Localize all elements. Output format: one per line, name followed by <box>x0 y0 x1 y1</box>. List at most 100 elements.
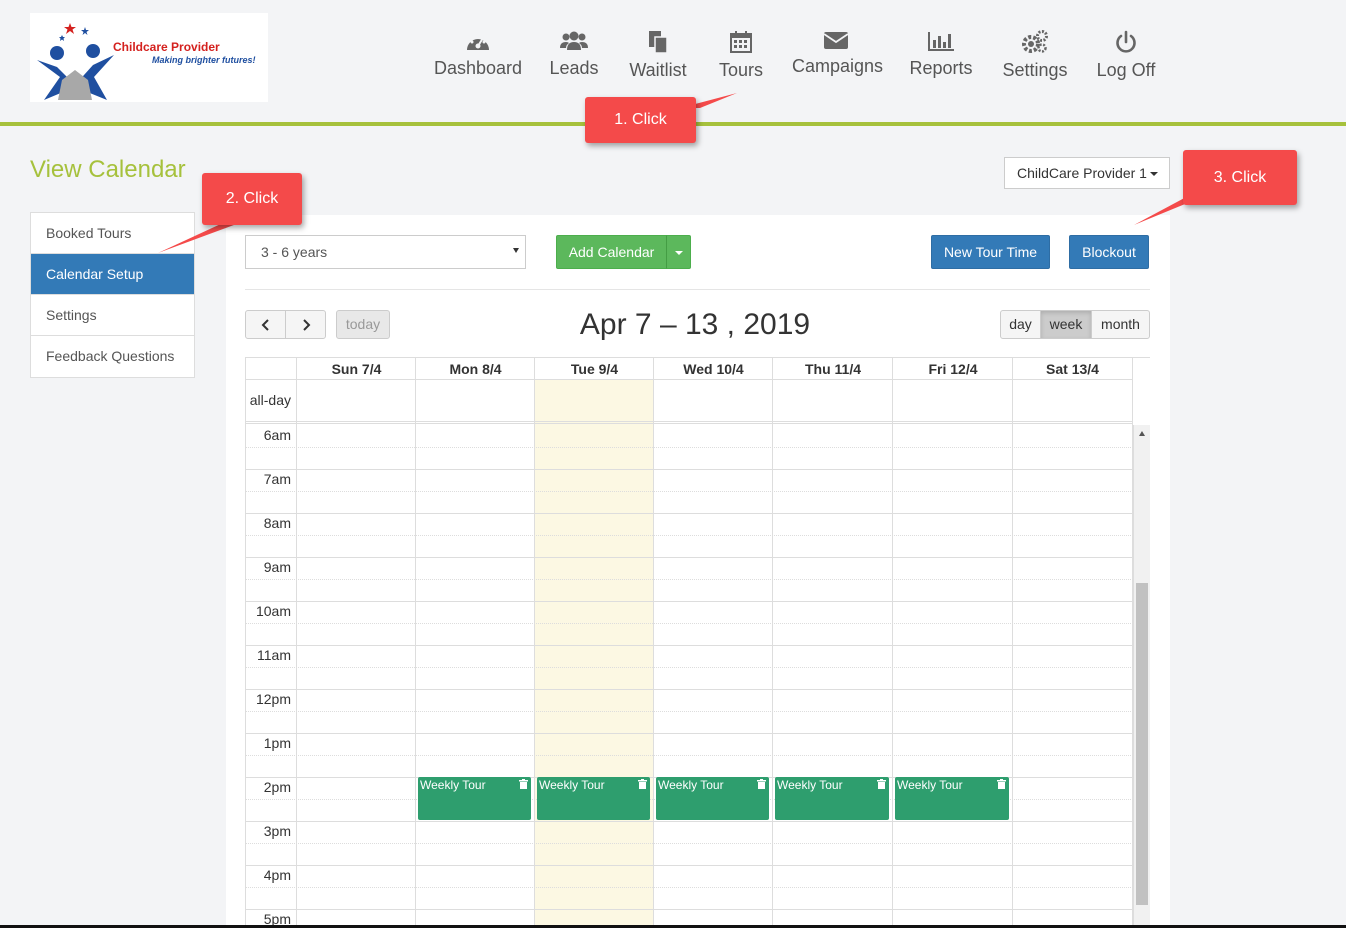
time-label: 8am <box>263 515 291 531</box>
time-label: 2pm <box>263 779 291 795</box>
trash-icon[interactable] <box>638 779 647 789</box>
day-header: Sat 13/4 <box>1046 361 1099 377</box>
event-title: Weekly Tour <box>658 778 724 792</box>
company-logo[interactable]: Childcare Provider Making brighter futur… <box>30 13 268 102</box>
time-label: 7am <box>263 471 291 487</box>
calendar-icon <box>730 31 752 53</box>
add-calendar-dropdown-toggle[interactable] <box>666 235 691 269</box>
event-weekly-tour[interactable]: Weekly Tour <box>895 777 1009 820</box>
bar-chart-icon <box>928 32 954 51</box>
users-icon <box>560 31 588 50</box>
nav-settings[interactable]: Settings <box>1001 30 1069 81</box>
nav-reports[interactable]: Reports <box>908 30 974 79</box>
nav-leads[interactable]: Leads <box>549 30 599 79</box>
scrollbar-thumb[interactable] <box>1136 583 1148 905</box>
event-weekly-tour[interactable]: Weekly Tour <box>775 777 889 820</box>
grid-line <box>1012 358 1013 928</box>
new-tour-time-button[interactable]: New Tour Time <box>931 235 1050 269</box>
view-day-button[interactable]: day <box>1000 310 1041 339</box>
event-weekly-tour[interactable]: Weekly Tour <box>418 777 531 820</box>
time-label: 4pm <box>263 867 291 883</box>
sidebar-item-booked-tours[interactable]: Booked Tours <box>31 213 194 254</box>
grid-line <box>246 447 1133 448</box>
event-weekly-tour[interactable]: Weekly Tour <box>656 777 769 820</box>
add-calendar-button[interactable]: Add Calendar <box>556 235 667 269</box>
logo-name: Childcare Provider <box>113 40 220 54</box>
grid-line <box>246 535 1133 536</box>
grid-line <box>892 358 893 928</box>
grid-line <box>246 887 1133 888</box>
caret-down-icon <box>674 251 683 256</box>
time-label: 12pm <box>255 691 291 707</box>
grid-line <box>246 579 1133 580</box>
day-header: Wed 10/4 <box>683 361 744 377</box>
sidebar-item-settings[interactable]: Settings <box>31 295 194 336</box>
calendar-scrollbar[interactable] <box>1133 425 1150 928</box>
copy-icon <box>649 31 668 54</box>
trash-icon[interactable] <box>757 779 766 789</box>
calendar-select-value: 3 - 6 years <box>261 244 328 260</box>
calendar-select[interactable]: 3 - 6 years <box>245 235 526 269</box>
grid-line <box>246 469 1133 470</box>
blockout-button[interactable]: Blockout <box>1069 235 1149 269</box>
week-calendar-grid: Sun 7/4 Mon 8/4 Tue 9/4 Wed 10/4 Thu 11/… <box>245 357 1150 928</box>
event-title: Weekly Tour <box>777 778 843 792</box>
trash-icon[interactable] <box>519 779 528 789</box>
grid-line <box>246 421 1133 422</box>
prev-week-button[interactable] <box>245 310 286 339</box>
nav-waitlist[interactable]: Waitlist <box>626 30 690 81</box>
nav-dashboard[interactable]: Dashboard <box>434 30 522 79</box>
sidebar-item-calendar-setup[interactable]: Calendar Setup <box>31 254 194 295</box>
grid-line <box>415 358 416 928</box>
event-title: Weekly Tour <box>897 778 963 792</box>
time-label: 1pm <box>263 735 291 751</box>
scroll-up-arrow-icon[interactable] <box>1139 431 1145 436</box>
event-title: Weekly Tour <box>539 778 605 792</box>
trash-icon[interactable] <box>997 779 1006 789</box>
nav-label: Dashboard <box>434 58 523 78</box>
day-header: Mon 8/4 <box>449 361 502 377</box>
time-label: 9am <box>263 559 291 575</box>
gears-icon <box>1022 30 1048 53</box>
day-header: Thu 11/4 <box>804 361 862 377</box>
nav-label: Settings <box>1002 60 1068 80</box>
today-button[interactable]: today <box>336 310 390 339</box>
time-label: 10am <box>255 603 291 619</box>
nav-label: Reports <box>909 58 973 78</box>
event-weekly-tour[interactable]: Weekly Tour <box>537 777 650 820</box>
provider-dropdown[interactable]: ChildCare Provider 1 <box>1004 157 1170 189</box>
chevron-right-icon <box>302 319 310 331</box>
today-column-highlight <box>535 380 654 928</box>
day-header: Fri 12/4 <box>928 361 978 377</box>
grid-line <box>246 733 1133 734</box>
nav-label: Waitlist <box>629 60 687 80</box>
grid-line <box>246 689 1133 690</box>
grid-line <box>246 711 1133 712</box>
nav-campaigns[interactable]: Campaigns <box>792 30 883 77</box>
view-month-button[interactable]: month <box>1091 310 1150 339</box>
caret-down-icon <box>1149 172 1158 177</box>
day-header: Sun 7/4 <box>331 361 382 377</box>
grid-line <box>246 821 1133 822</box>
provider-label: ChildCare Provider 1 <box>1017 165 1147 181</box>
grid-line <box>246 865 1133 866</box>
allday-label: all-day <box>249 392 291 408</box>
toolbar-divider <box>245 289 1150 290</box>
next-week-button[interactable] <box>285 310 326 339</box>
nav-tours[interactable]: Tours <box>716 30 766 81</box>
trash-icon[interactable] <box>877 779 886 789</box>
time-label: 6am <box>263 427 291 443</box>
view-week-button[interactable]: week <box>1040 310 1092 339</box>
grid-line <box>246 379 1133 380</box>
envelope-icon <box>823 32 849 49</box>
grid-line <box>246 645 1133 646</box>
time-label: 3pm <box>263 823 291 839</box>
chevron-left-icon <box>261 319 269 331</box>
callout-2: 2. Click <box>202 173 302 225</box>
nav-log-off[interactable]: Log Off <box>1095 30 1157 81</box>
sidebar-item-feedback-questions[interactable]: Feedback Questions <box>31 336 194 377</box>
grid-line <box>246 623 1133 624</box>
grid-line <box>246 513 1133 514</box>
logo-tagline: Making brighter futures! <box>152 55 256 65</box>
day-header: Tue 9/4 <box>570 361 619 377</box>
